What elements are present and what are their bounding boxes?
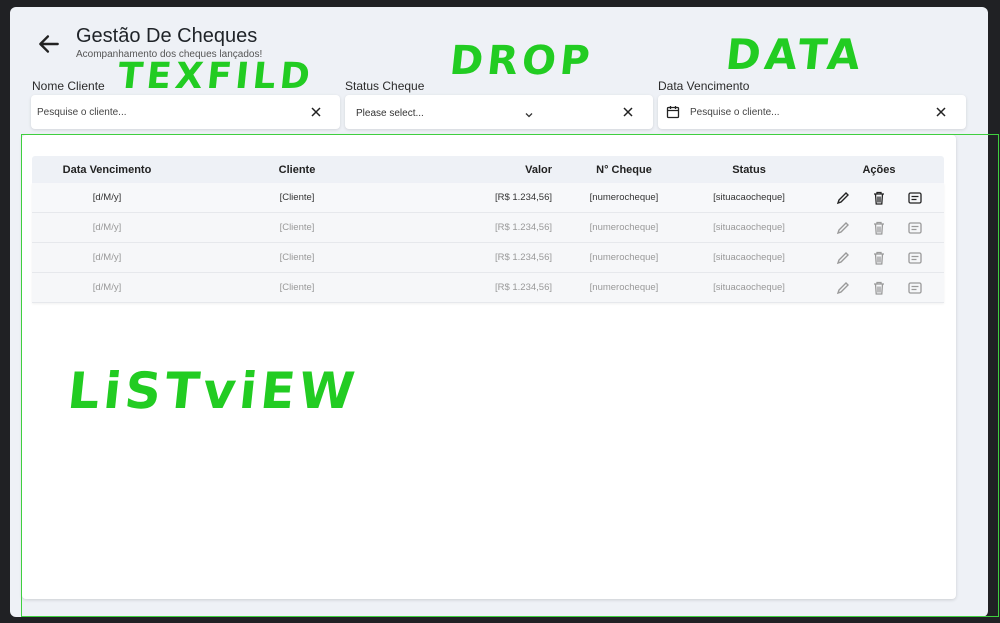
status-label: Status Cheque	[345, 79, 425, 93]
table-row[interactable]: [d/M/y] [Cliente] [R$ 1.234,56] [numerocheq…	[32, 243, 944, 273]
table-row[interactable]: [d/M/y] [Cliente] [R$ 1.234,56] [numerocheq…	[32, 273, 944, 303]
annotation-drop: DROP	[447, 38, 596, 84]
cliente-search-input[interactable]	[37, 104, 287, 120]
col-status: Status	[732, 163, 766, 176]
row-actions	[814, 250, 944, 266]
cell-cliente: [Cliente]	[279, 192, 315, 203]
col-data-vencimento: Data Vencimento	[62, 163, 152, 176]
details-icon[interactable]	[907, 250, 923, 266]
details-icon[interactable]	[907, 280, 923, 296]
col-valor: Valor	[525, 163, 552, 176]
cell-valor: [R$ 1.234,56]	[494, 252, 552, 263]
annotation-textfield: TEXFILD	[115, 56, 316, 97]
cell-data-vencimento: [d/M/y]	[92, 222, 122, 233]
cell-valor: [R$ 1.234,56]	[494, 192, 552, 203]
status-dropdown[interactable]: Please select...	[345, 95, 653, 129]
col-acoes: Ações	[862, 163, 896, 176]
table-header: Data Vencimento Cliente Valor N° Cheque …	[32, 156, 944, 183]
cell-cliente: [Cliente]	[279, 282, 315, 293]
cell-numero-cheque: [numerocheque]	[589, 222, 659, 233]
close-icon[interactable]	[621, 105, 635, 119]
cell-data-vencimento: [d/M/y]	[92, 282, 122, 293]
annotation-listview: LiSTviEW	[64, 362, 362, 420]
edit-icon[interactable]	[835, 220, 851, 236]
delete-icon[interactable]	[871, 190, 887, 206]
col-cliente: Cliente	[278, 163, 316, 176]
edit-icon[interactable]	[835, 190, 851, 206]
cell-cliente: [Cliente]	[279, 222, 315, 233]
cell-numero-cheque: [numerocheque]	[589, 252, 659, 263]
cell-valor: [R$ 1.234,56]	[494, 282, 552, 293]
cliente-label: Nome Cliente	[32, 79, 105, 93]
details-icon[interactable]	[907, 220, 923, 236]
vencimento-label: Data Vencimento	[658, 79, 750, 93]
table-row[interactable]: [d/M/y] [Cliente] [R$ 1.234,56] [numerocheq…	[32, 183, 944, 213]
cheques-table: Data Vencimento Cliente Valor N° Cheque …	[32, 156, 944, 303]
details-icon[interactable]	[907, 190, 923, 206]
row-actions	[814, 280, 944, 296]
row-actions	[814, 220, 944, 236]
row-actions	[814, 190, 944, 206]
edit-icon[interactable]	[835, 250, 851, 266]
close-icon[interactable]	[309, 105, 323, 119]
cell-cliente: [Cliente]	[279, 252, 315, 263]
delete-icon[interactable]	[871, 220, 887, 236]
vencimento-input[interactable]	[690, 104, 920, 120]
cell-status: [situacaocheque]	[713, 222, 785, 233]
cliente-field	[31, 95, 340, 129]
back-arrow-icon[interactable]	[36, 31, 62, 57]
close-icon[interactable]	[934, 105, 948, 119]
annotation-data: DATA	[723, 30, 867, 79]
cell-data-vencimento: [d/M/y]	[92, 192, 122, 203]
table-row[interactable]: [d/M/y] [Cliente] [R$ 1.234,56] [numerocheq…	[32, 213, 944, 243]
edit-icon[interactable]	[835, 280, 851, 296]
calendar-icon[interactable]	[666, 105, 680, 119]
chevron-down-icon[interactable]	[523, 108, 535, 120]
cell-valor: [R$ 1.234,56]	[494, 222, 552, 233]
cell-data-vencimento: [d/M/y]	[92, 252, 122, 263]
page-title: Gestão De Cheques	[76, 25, 258, 47]
delete-icon[interactable]	[871, 250, 887, 266]
cell-numero-cheque: [numerocheque]	[589, 192, 659, 203]
cell-status: [situacaocheque]	[713, 252, 785, 263]
cell-status: [situacaocheque]	[713, 282, 785, 293]
col-numero-cheque: N° Cheque	[596, 163, 652, 176]
vencimento-field	[658, 95, 966, 129]
status-selected-value: Please select...	[356, 108, 424, 119]
cell-status: [situacaocheque]	[713, 192, 785, 203]
cell-numero-cheque: [numerocheque]	[589, 282, 659, 293]
delete-icon[interactable]	[871, 280, 887, 296]
